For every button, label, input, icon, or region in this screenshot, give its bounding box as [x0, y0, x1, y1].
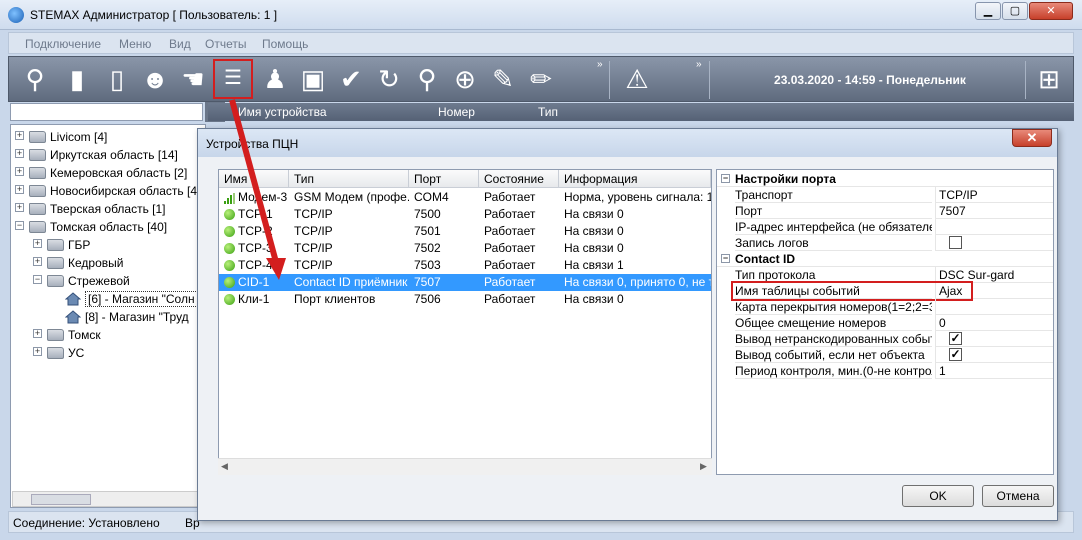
arrow-shaft — [229, 99, 279, 263]
arrow-head — [266, 258, 286, 280]
annotation-arrow — [229, 99, 286, 280]
